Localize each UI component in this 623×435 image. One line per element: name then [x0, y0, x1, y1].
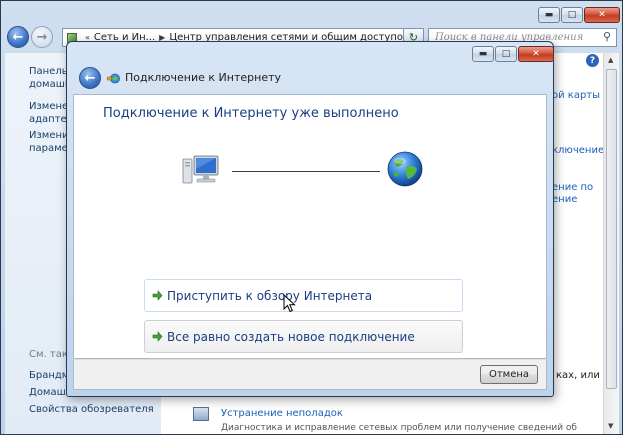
back-arrow-icon: ← [84, 70, 96, 86]
green-arrow-icon [152, 331, 163, 342]
computer-icon [182, 155, 219, 184]
maximize-button[interactable]: □ [561, 7, 583, 23]
text-fragment: ках, или [556, 370, 600, 381]
browse-internet-option[interactable]: Приступить к обзору Интернета [144, 279, 463, 312]
dialog-maximize-button[interactable]: □ [495, 46, 517, 62]
connection-line [232, 171, 380, 172]
help-icon[interactable]: ? [586, 54, 599, 67]
background-window-controls: ▬ □ ✕ [538, 7, 620, 23]
close-button[interactable]: ✕ [584, 7, 620, 23]
dialog-title: Подключение к Интернету [125, 71, 282, 84]
create-new-connection-option[interactable]: Все равно создать новое подключение [144, 320, 463, 353]
back-arrow-icon: ← [12, 29, 24, 45]
browse-internet-label: Приступить к обзору Интернета [167, 288, 373, 303]
troubleshoot-link[interactable]: Устранение неполадок [221, 408, 343, 419]
dialog-back-button[interactable]: ← [79, 67, 101, 89]
scrollbar-thumb[interactable] [606, 69, 617, 389]
search-icon[interactable]: ⚲ [603, 30, 611, 43]
minimize-button[interactable]: ▬ [538, 7, 560, 23]
forward-button[interactable]: → [31, 26, 53, 48]
back-button[interactable]: ← [7, 26, 29, 48]
dialog-minimize-button[interactable]: ▬ [472, 46, 494, 62]
mouse-cursor-icon [283, 294, 296, 313]
scroll-down-icon[interactable]: ▼ [608, 422, 613, 430]
dialog-body: Подключение к Интернету уже выполнено Пр… [73, 94, 547, 359]
network-connection-icon [107, 73, 120, 84]
dialog-window-controls: ▬ □ ✕ [472, 46, 554, 62]
connect-to-internet-dialog: ▬ □ ✕ ← Подключение к Интернету Подключе… [66, 41, 554, 397]
dialog-heading: Подключение к Интернету уже выполнено [103, 106, 399, 121]
dialog-footer: Отмена [73, 359, 547, 390]
dialog-header: ← Подключение к Интернету [73, 64, 547, 94]
green-arrow-icon [152, 290, 163, 301]
link-fragment-connect[interactable]: ключение [552, 145, 604, 156]
create-new-connection-label: Все равно создать новое подключение [167, 329, 415, 344]
troubleshoot-icon [193, 407, 209, 421]
globe-icon [387, 151, 423, 187]
link-fragment-map[interactable]: ой карты [552, 90, 600, 101]
troubleshoot-description: Диагностика и исправление сетевых пробле… [221, 423, 577, 433]
sidebar-link-internet-options[interactable]: Свойства обозревателя [29, 403, 154, 416]
cancel-button[interactable]: Отмена [480, 365, 538, 384]
background-titlebar: ▬ □ ✕ [1, 1, 622, 23]
forward-arrow-icon: → [36, 29, 48, 45]
dialog-close-button[interactable]: ✕ [518, 46, 554, 62]
link-fragment-setup[interactable]: ение по [552, 182, 593, 193]
vertical-scrollbar[interactable]: ▲ ▼ [603, 53, 619, 434]
scroll-up-icon[interactable]: ▲ [608, 56, 613, 64]
link-fragment-setup-2[interactable]: ение [552, 194, 577, 205]
